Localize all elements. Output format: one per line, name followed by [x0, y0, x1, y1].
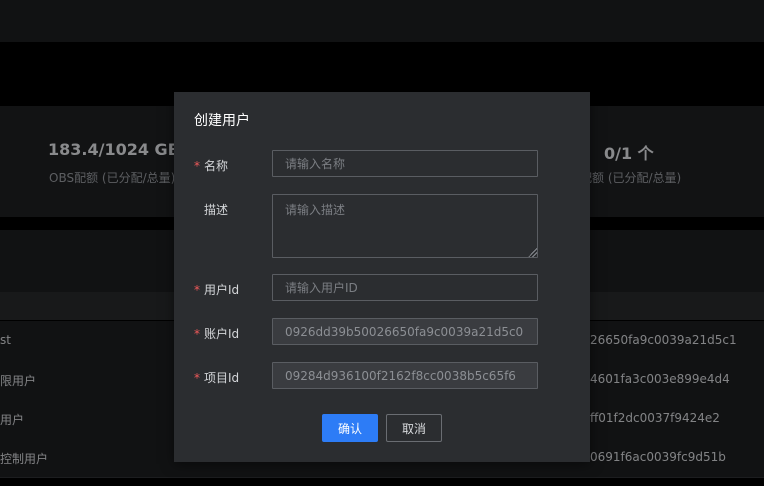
create-user-dialog: 创建用户 *名称 描述 *用户Id *账户Id *项目Id 确认 取消 [174, 92, 590, 462]
account-id-label: * 账户Id [194, 327, 240, 341]
project-id-label: * 项目Id [194, 371, 240, 385]
project-id-field [272, 362, 538, 389]
userid-label: * 用户Id [194, 283, 240, 297]
userid-input[interactable] [272, 274, 538, 301]
description-label: 描述 [204, 203, 229, 217]
cancel-button[interactable]: 取消 [386, 414, 442, 442]
name-input[interactable] [272, 150, 538, 177]
resize-grip-icon[interactable] [528, 248, 537, 257]
required-mark: * [194, 327, 200, 341]
dialog-title: 创建用户 [194, 113, 250, 129]
required-mark: * [194, 159, 200, 173]
name-label: * 名称 [194, 159, 229, 173]
description-input[interactable] [272, 194, 538, 258]
account-id-field [272, 318, 538, 345]
description-field [272, 194, 538, 258]
required-mark: * [194, 283, 200, 297]
confirm-button[interactable]: 确认 [322, 414, 378, 442]
required-mark: * [194, 371, 200, 385]
